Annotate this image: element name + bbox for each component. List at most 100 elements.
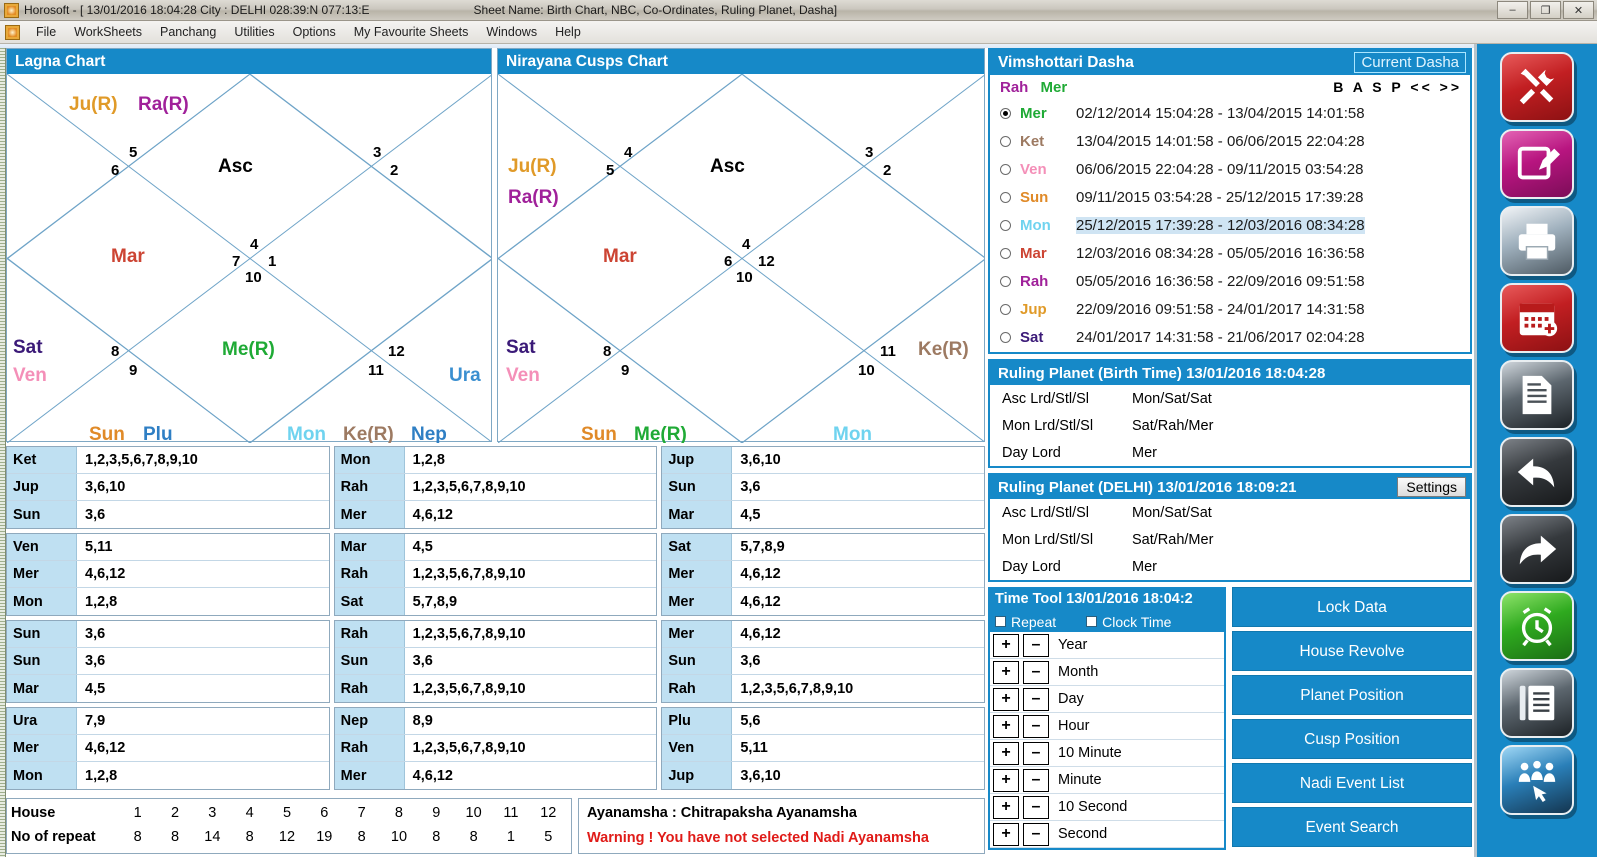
- table-row[interactable]: Mer 4,6,12: [662, 621, 985, 648]
- table-row[interactable]: Mar 4,5: [662, 501, 985, 528]
- table-row[interactable]: Rah 1,2,3,5,6,7,8,9,10: [334, 735, 657, 762]
- edit-note-icon[interactable]: [1500, 129, 1574, 199]
- dasha-radio-button[interactable]: [1000, 219, 1011, 231]
- menu-item-file[interactable]: File: [27, 23, 65, 41]
- table-row[interactable]: Jup 3,6,10: [7, 474, 329, 501]
- notebook-icon[interactable]: [1500, 668, 1574, 738]
- table-row[interactable]: Mer 4,6,12: [7, 735, 329, 762]
- dasha-radio-button[interactable]: [1000, 107, 1011, 119]
- clock-time-checkbox[interactable]: [1086, 616, 1098, 627]
- table-row[interactable]: Ura 7,9: [7, 708, 329, 735]
- table-row[interactable]: Nep 8,9: [334, 708, 657, 735]
- action-button-house-revolve[interactable]: House Revolve: [1232, 631, 1472, 671]
- table-row[interactable]: Sun 3,6: [7, 501, 329, 528]
- table-row[interactable]: Mon 1,2,8: [7, 588, 329, 615]
- close-button[interactable]: ✕: [1563, 1, 1594, 19]
- dasha-radio-button[interactable]: [1000, 247, 1011, 259]
- dasha-row[interactable]: Sun 09/11/2015 03:54:28 - 25/12/2015 17:3…: [990, 183, 1470, 211]
- menu-item-my-favourite-sheets[interactable]: My Favourite Sheets: [345, 23, 478, 41]
- dasha-row[interactable]: Mon 25/12/2015 17:39:28 - 12/03/2016 08:3…: [990, 211, 1470, 239]
- table-row[interactable]: Sun 3,6: [662, 474, 985, 501]
- table-row[interactable]: Rah 1,2,3,5,6,7,8,9,10: [334, 474, 657, 501]
- group-select-icon[interactable]: [1500, 745, 1574, 815]
- dasha-nav-controls[interactable]: B A S P << >>: [1333, 79, 1470, 95]
- table-row[interactable]: Mer 4,6,12: [7, 561, 329, 588]
- dasha-row[interactable]: Ket 13/04/2015 14:01:58 - 06/06/2015 22:0…: [990, 127, 1470, 155]
- dasha-radio-button[interactable]: [1000, 135, 1011, 147]
- table-row[interactable]: Sun 3,6: [7, 621, 329, 648]
- decrement-button[interactable]: –: [1023, 633, 1049, 657]
- dasha-radio-button[interactable]: [1000, 331, 1011, 343]
- decrement-button[interactable]: –: [1023, 741, 1049, 765]
- menu-item-options[interactable]: Options: [284, 23, 345, 41]
- lagna-chart-canvas[interactable]: Ju(R) Ra(R) Asc Mar Sat Ven Me(R) Ura Su…: [7, 74, 491, 443]
- table-row[interactable]: Rah 1,2,3,5,6,7,8,9,10: [334, 675, 657, 702]
- action-button-event-search[interactable]: Event Search: [1232, 807, 1472, 847]
- menu-item-windows[interactable]: Windows: [477, 23, 546, 41]
- calendar-add-icon[interactable]: [1500, 283, 1574, 353]
- dasha-row[interactable]: Rah 05/05/2016 16:36:58 - 22/09/2016 09:5…: [990, 267, 1470, 295]
- table-row[interactable]: Mar 4,5: [334, 534, 657, 561]
- action-button-nadi-event-list[interactable]: Nadi Event List: [1232, 763, 1472, 803]
- tools-icon[interactable]: [1500, 52, 1574, 122]
- increment-button[interactable]: +: [993, 633, 1019, 657]
- table-row[interactable]: Mer 4,6,12: [662, 588, 985, 615]
- increment-button[interactable]: +: [993, 741, 1019, 765]
- table-row[interactable]: Rah 1,2,3,5,6,7,8,9,10: [334, 621, 657, 648]
- menu-item-worksheets[interactable]: WorkSheets: [65, 23, 151, 41]
- table-row[interactable]: Rah 1,2,3,5,6,7,8,9,10: [662, 675, 985, 702]
- dasha-radio-button[interactable]: [1000, 163, 1011, 175]
- decrement-button[interactable]: –: [1023, 714, 1049, 738]
- dasha-radio-button[interactable]: [1000, 303, 1011, 315]
- dasha-row[interactable]: Ven 06/06/2015 22:04:28 - 09/11/2015 03:5…: [990, 155, 1470, 183]
- action-button-planet-position[interactable]: Planet Position: [1232, 675, 1472, 715]
- table-row[interactable]: Plu 5,6: [662, 708, 985, 735]
- minimize-button[interactable]: –: [1497, 1, 1528, 19]
- current-dasha-button[interactable]: Current Dasha: [1354, 52, 1466, 73]
- table-row[interactable]: Jup 3,6,10: [662, 447, 985, 474]
- table-row[interactable]: Mon 1,2,8: [334, 447, 657, 474]
- back-arrow-icon[interactable]: [1500, 437, 1574, 507]
- decrement-button[interactable]: –: [1023, 795, 1049, 819]
- increment-button[interactable]: +: [993, 714, 1019, 738]
- action-button-lock-data[interactable]: Lock Data: [1232, 587, 1472, 627]
- settings-button[interactable]: Settings: [1397, 477, 1466, 497]
- document-click-icon[interactable]: [1500, 360, 1574, 430]
- dasha-row[interactable]: Mar 12/03/2016 08:34:28 - 05/05/2016 16:3…: [990, 239, 1470, 267]
- dasha-row[interactable]: Mer 02/12/2014 15:04:28 - 13/04/2015 14:0…: [990, 99, 1470, 127]
- table-row[interactable]: Sun 3,6: [662, 648, 985, 675]
- increment-button[interactable]: +: [993, 768, 1019, 792]
- restore-button[interactable]: ❐: [1530, 1, 1561, 19]
- dasha-radio-button[interactable]: [1000, 275, 1011, 287]
- alarm-clock-icon[interactable]: [1500, 591, 1574, 661]
- table-row[interactable]: Sat 5,7,8,9: [662, 534, 985, 561]
- table-row[interactable]: Rah 1,2,3,5,6,7,8,9,10: [334, 561, 657, 588]
- table-row[interactable]: Sun 3,6: [7, 648, 329, 675]
- increment-button[interactable]: +: [993, 822, 1019, 846]
- increment-button[interactable]: +: [993, 795, 1019, 819]
- repeat-checkbox[interactable]: [995, 616, 1006, 627]
- decrement-button[interactable]: –: [1023, 768, 1049, 792]
- table-row[interactable]: Sat 5,7,8,9: [334, 588, 657, 615]
- table-row[interactable]: Jup 3,6,10: [662, 762, 985, 789]
- table-row[interactable]: Ven 5,11: [7, 534, 329, 561]
- action-button-cusp-position[interactable]: Cusp Position: [1232, 719, 1472, 759]
- table-row[interactable]: Mer 4,6,12: [662, 561, 985, 588]
- dasha-row[interactable]: Jup 22/09/2016 09:51:58 - 24/01/2017 14:3…: [990, 295, 1470, 323]
- increment-button[interactable]: +: [993, 687, 1019, 711]
- cusps-chart-canvas[interactable]: Ju(R) Ra(R) Asc Mar Sat Ven Ke(R) Sun Me…: [498, 74, 984, 443]
- table-row[interactable]: Mar 4,5: [7, 675, 329, 702]
- table-row[interactable]: Mon 1,2,8: [7, 762, 329, 789]
- printer-icon[interactable]: [1500, 206, 1574, 276]
- table-row[interactable]: Mer 4,6,12: [334, 501, 657, 528]
- dasha-radio-button[interactable]: [1000, 191, 1011, 203]
- increment-button[interactable]: +: [993, 660, 1019, 684]
- dasha-row[interactable]: Sat 24/01/2017 14:31:58 - 21/06/2017 02:0…: [990, 323, 1470, 351]
- table-row[interactable]: Sun 3,6: [334, 648, 657, 675]
- decrement-button[interactable]: –: [1023, 822, 1049, 846]
- menu-item-panchang[interactable]: Panchang: [151, 23, 225, 41]
- menu-item-utilities[interactable]: Utilities: [225, 23, 283, 41]
- forward-arrow-icon[interactable]: [1500, 514, 1574, 584]
- decrement-button[interactable]: –: [1023, 660, 1049, 684]
- table-row[interactable]: Mer 4,6,12: [334, 762, 657, 789]
